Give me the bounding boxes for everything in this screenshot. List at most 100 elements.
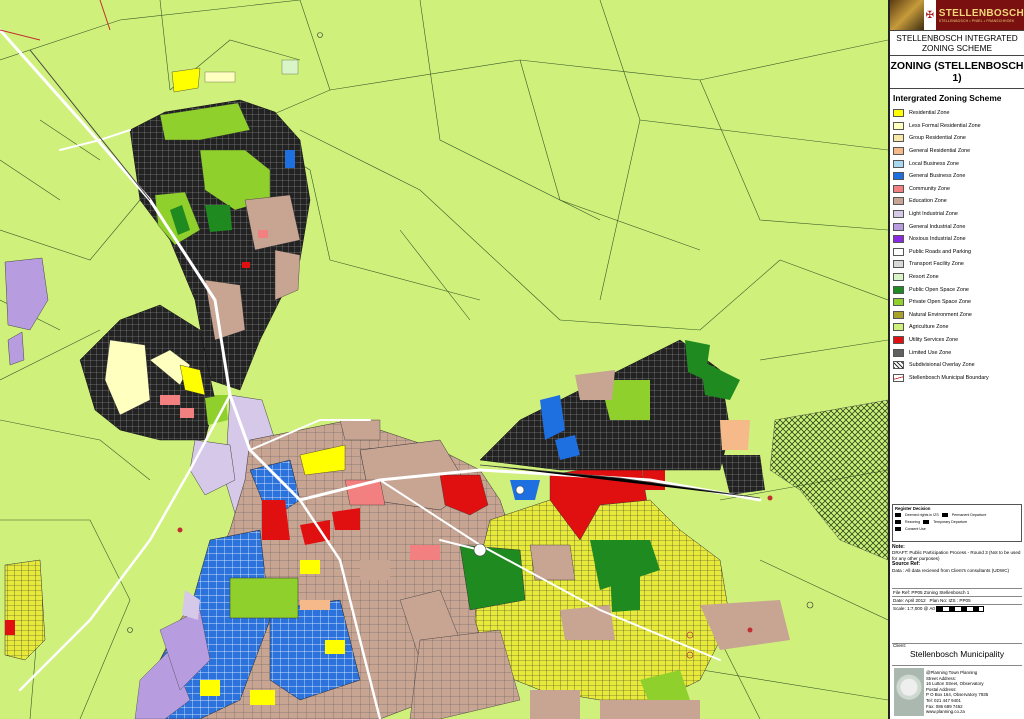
legend-label: Limited Use Zone [909, 349, 952, 356]
legend-label: Private Open Space Zone [909, 299, 972, 306]
legend-label: Public Roads and Parking [909, 248, 972, 255]
brand-block: STELLENBOSCH STELLENBOSCH • PNIEL • FRAN… [935, 0, 1024, 30]
legend-swatch [893, 109, 904, 118]
legend-swatch [893, 247, 904, 256]
legend-swatch [893, 310, 904, 319]
legend-swatch [893, 147, 904, 156]
brand-name: STELLENBOSCH [938, 7, 1024, 19]
legend-label: Resort Zone [909, 274, 939, 281]
permanent-departure-icon [941, 512, 948, 517]
crest-icon: ✠ [923, 0, 936, 30]
legend-heading: Intergrated Zoning Scheme [893, 93, 1002, 103]
legend-swatch [893, 260, 904, 269]
legend-item: Residential Zone [893, 107, 1021, 120]
date-label: Date: [893, 598, 904, 603]
legend-label: General Residential Zone [909, 148, 971, 155]
map-canvas [0, 0, 888, 719]
legend-swatch [893, 285, 904, 294]
legend-swatch [893, 222, 904, 231]
client-label: Client: [893, 643, 907, 648]
legend-label: Less Formal Residential Zone [909, 122, 981, 129]
legend-item: Group Residential Zone [893, 132, 1021, 145]
legend-label: Community Zone [909, 185, 951, 192]
legend-label: Utility Services Zone [909, 336, 959, 343]
firm-logo-icon [894, 668, 924, 716]
consent-use-icon [895, 526, 901, 531]
register-decision-box: Register Decision Deemed rights in IZS P… [892, 504, 1022, 542]
note-text: DRAFT: Public Participation Process - Ro… [892, 550, 1021, 561]
municipal-logo: ✠ STELLENBOSCH STELLENBOSCH • PNIEL • FR… [890, 0, 1024, 31]
firm-block: @Planning Town Planning Street Address: 16… [892, 665, 1022, 718]
legend-item: Subdivisional Overlay Zone [893, 359, 1021, 372]
legend-swatch [893, 184, 904, 193]
temporary-departure-icon [923, 519, 930, 524]
firm-line: www.planning.co.za [926, 709, 965, 715]
logo-photo [890, 0, 924, 30]
legend-item: Education Zone [893, 195, 1021, 208]
legend-label: General Business Zone [909, 173, 966, 180]
client-name: Stellenbosch Municipality [909, 649, 1005, 659]
legend-label: Local Business Zone [909, 160, 960, 167]
source-title: Source Ref: [892, 561, 921, 568]
legend-item: Private Open Space Zone [893, 296, 1021, 309]
legend-swatch [893, 121, 904, 130]
legend-panel: ✠ STELLENBOSCH STELLENBOSCH • PNIEL • FR… [888, 0, 1024, 719]
register-item: Temporary Departure [933, 519, 968, 524]
legend-label: Natural Environment Zone [909, 311, 972, 318]
client-block: Client: Stellenbosch Municipality [892, 643, 1022, 660]
legend-label: General Industrial Zone [909, 223, 966, 230]
legend-item: General Residential Zone [893, 145, 1021, 158]
legend-item: General Business Zone [893, 170, 1021, 183]
legend-swatch [893, 373, 904, 382]
legend-swatch [893, 210, 904, 219]
legend-label: Agriculture Zone [909, 324, 949, 331]
legend-label: Stellenbosch Municipal Boundary [909, 374, 989, 381]
legend-item: General Industrial Zone [893, 220, 1021, 233]
legend-label: Noxious Industrial Zone [909, 236, 966, 243]
legend-item: Utility Services Zone [893, 334, 1021, 347]
legend-swatch [893, 335, 904, 344]
legend-label: Subdivisional Overlay Zone [909, 362, 975, 369]
brand-subtitle: STELLENBOSCH • PNIEL • FRANSCHHOEK [938, 18, 1015, 23]
file-ref: File Ref: PP05 Zoning Stellenbosch 1 [892, 588, 1022, 596]
legend-item: Public Roads and Parking [893, 246, 1021, 259]
legend-item: Natural Environment Zone [893, 309, 1021, 322]
scale-label: Scale: [893, 606, 906, 612]
legend-label: Transport Facility Zone [909, 261, 964, 268]
legend-swatch [893, 159, 904, 168]
legend-label: Light Industrial Zone [909, 211, 958, 218]
legend-item: Noxious Industrial Zone [893, 233, 1021, 246]
legend-swatch [893, 323, 904, 332]
legend-item: Stellenbosch Municipal Boundary [893, 371, 1021, 384]
register-item: Rezoning [905, 519, 921, 524]
legend-swatch [893, 172, 904, 181]
legend-item: Limited Use Zone [893, 346, 1021, 359]
legend-swatch [893, 273, 904, 282]
legend-item: Transport Facility Zone [893, 258, 1021, 271]
firm-details: @Planning Town Planning Street Address: 16… [926, 666, 988, 718]
legend-swatch [893, 235, 904, 244]
plan-label: Plan No: [929, 598, 948, 603]
legend-item: Less Formal Residential Zone [893, 120, 1021, 133]
date-value: April 2012 [905, 598, 926, 603]
legend-label: Group Residential Zone [909, 135, 966, 142]
legend-item: Resort Zone [893, 271, 1021, 284]
legend-swatch [893, 197, 904, 206]
scale-bar-icon [936, 606, 985, 612]
plan-metadata: File Ref: PP05 Zoning Stellenbosch 1 Dat… [892, 588, 1022, 613]
legend-item: Community Zone [893, 183, 1021, 196]
scale-value: 1:7,000 @ A0 [907, 606, 935, 612]
legend-item: Light Industrial Zone [893, 208, 1021, 221]
note-title: Note: [892, 544, 905, 550]
legend-item: Local Business Zone [893, 157, 1021, 170]
legend-label: Residential Zone [909, 110, 950, 117]
legend-label: Public Open Space Zone [909, 286, 969, 293]
firm-line: 16 Lutton Street, Observatory [926, 681, 984, 687]
zoning-title: ZONING (STELLENBOSCH 1) [890, 56, 1024, 89]
deemed-rights-icon [895, 512, 901, 517]
zoning-map[interactable] [0, 0, 888, 719]
legend-item: Public Open Space Zone [893, 283, 1021, 296]
legend-label: Education Zone [909, 198, 947, 205]
plan-value: IZS : PP05 [948, 598, 971, 603]
source-text: Data : All data recieved from Client's c… [892, 567, 1010, 573]
